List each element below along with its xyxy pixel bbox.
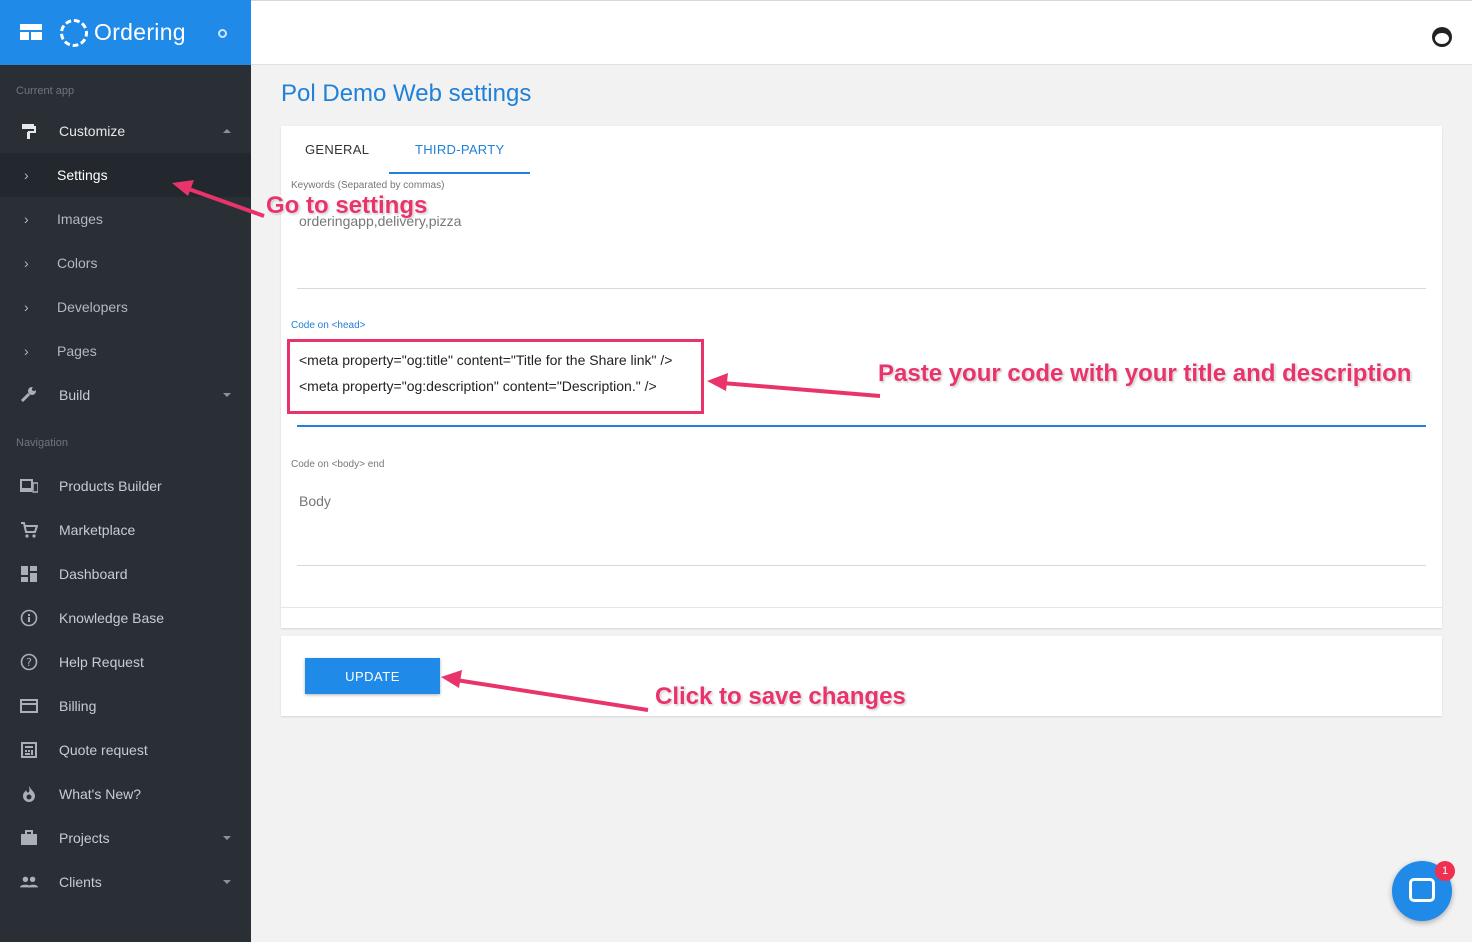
keywords-value: orderingapp,delivery,pizza <box>299 213 462 229</box>
section-current-app: Current app <box>16 85 75 97</box>
sidebar-item-customize[interactable]: Customize <box>0 109 251 153</box>
sidebar-item-dashboard[interactable]: Dashboard <box>0 552 251 596</box>
brand-bar: Ordering <box>0 0 251 65</box>
sidebar: Ordering Current app Customize › Setting… <box>0 0 251 942</box>
chevron-up-icon <box>223 129 231 133</box>
keywords-field[interactable]: Keywords (Separated by commas) orderinga… <box>291 180 1426 290</box>
body-code-field[interactable]: Code on <body> end Body <box>291 459 1426 569</box>
sidebar-item-label: Build <box>59 387 91 403</box>
sidebar-subitem-developers[interactable]: › Developers <box>0 285 251 329</box>
sidebar-subitem-colors[interactable]: › Colors <box>0 241 251 285</box>
page-title: Pol Demo Web settings <box>281 80 532 107</box>
credit-card-icon <box>20 697 38 715</box>
sidebar-item-label: Settings <box>57 167 108 183</box>
sidebar-item-label: Colors <box>57 255 98 271</box>
svg-text:?: ? <box>26 656 32 669</box>
info-icon <box>20 609 38 627</box>
head-code-label: Code on <head> <box>291 320 366 331</box>
wrench-icon <box>20 386 38 404</box>
top-bar <box>251 0 1472 65</box>
calculator-icon <box>20 741 38 759</box>
user-avatar-icon[interactable] <box>1432 27 1452 47</box>
dashboard-icon <box>20 565 38 583</box>
sidebar-item-label: Dashboard <box>59 566 128 582</box>
briefcase-icon <box>20 829 38 847</box>
update-button[interactable]: UPDATE <box>305 658 440 694</box>
annotation-go-to-settings: Go to settings <box>266 192 428 219</box>
sidebar-item-label: Pages <box>57 343 97 359</box>
sidebar-item-products-builder[interactable]: Products Builder <box>0 464 251 508</box>
chevron-right-icon: › <box>24 255 29 271</box>
sidebar-item-label: Billing <box>59 698 97 714</box>
fire-icon <box>20 785 38 803</box>
chevron-right-icon: › <box>24 299 29 315</box>
sidebar-subitem-images[interactable]: › Images <box>0 197 251 241</box>
body-code-label: Code on <body> end <box>291 459 385 470</box>
sidebar-item-label: Quote request <box>59 742 148 758</box>
sidebar-item-label: Customize <box>59 123 126 139</box>
sidebar-item-label: Products Builder <box>59 478 162 494</box>
sidebar-item-label: Marketplace <box>59 522 136 538</box>
status-dot-icon <box>218 29 227 38</box>
devices-icon <box>20 477 38 495</box>
chevron-right-icon: › <box>24 211 29 227</box>
cart-icon <box>20 521 38 539</box>
sidebar-item-projects[interactable]: Projects <box>0 816 251 860</box>
tab-general[interactable]: GENERAL <box>285 126 389 174</box>
sidebar-item-billing[interactable]: Billing <box>0 684 251 728</box>
brand-name: Ordering <box>94 19 186 45</box>
sidebar-item-whats-new[interactable]: What's New? <box>0 772 251 816</box>
settings-tabs: GENERAL THIRD-PARTY <box>281 126 1442 174</box>
chevron-right-icon: › <box>24 343 29 359</box>
sidebar-item-knowledge-base[interactable]: Knowledge Base <box>0 596 251 640</box>
sidebar-item-help-request[interactable]: ? Help Request <box>0 640 251 684</box>
sidebar-item-label: Images <box>57 211 103 227</box>
people-icon <box>20 873 38 891</box>
keywords-label: Keywords (Separated by commas) <box>291 180 445 191</box>
body-code-placeholder: Body <box>299 493 331 509</box>
sidebar-item-label: Knowledge Base <box>59 610 165 626</box>
sidebar-item-label: Clients <box>59 874 102 890</box>
sidebar-item-build[interactable]: Build <box>0 373 251 417</box>
notification-badge: 1 <box>1435 861 1455 881</box>
sidebar-subitem-pages[interactable]: › Pages <box>0 329 251 373</box>
section-navigation: Navigation <box>16 437 68 449</box>
sidebar-item-label: What's New? <box>59 786 142 802</box>
sidebar-item-marketplace[interactable]: Marketplace <box>0 508 251 552</box>
tab-third-party[interactable]: THIRD-PARTY <box>389 126 531 174</box>
apps-menu-icon[interactable] <box>20 23 42 42</box>
annotation-paste-code: Paste your code with your title and desc… <box>878 360 1412 387</box>
sidebar-item-label: Projects <box>59 830 110 846</box>
chevron-right-icon: › <box>24 167 29 183</box>
help-icon: ? <box>20 653 38 671</box>
annotation-save-changes: Click to save changes <box>655 683 906 710</box>
chevron-down-icon <box>223 880 231 884</box>
sidebar-subitem-settings[interactable]: › Settings <box>0 153 251 197</box>
sidebar-item-label: Developers <box>57 299 128 315</box>
chat-launcher-button[interactable]: 1 <box>1392 861 1455 921</box>
sidebar-item-quote-request[interactable]: Quote request <box>0 728 251 772</box>
sidebar-item-label: Help Request <box>59 654 144 670</box>
highlight-box <box>287 339 704 414</box>
chevron-down-icon <box>223 393 231 397</box>
sidebar-item-clients[interactable]: Clients <box>0 860 251 904</box>
chevron-down-icon <box>223 836 231 840</box>
paint-roller-icon <box>20 122 38 140</box>
ordering-logo-icon <box>60 18 88 47</box>
chat-icon <box>1409 878 1435 902</box>
